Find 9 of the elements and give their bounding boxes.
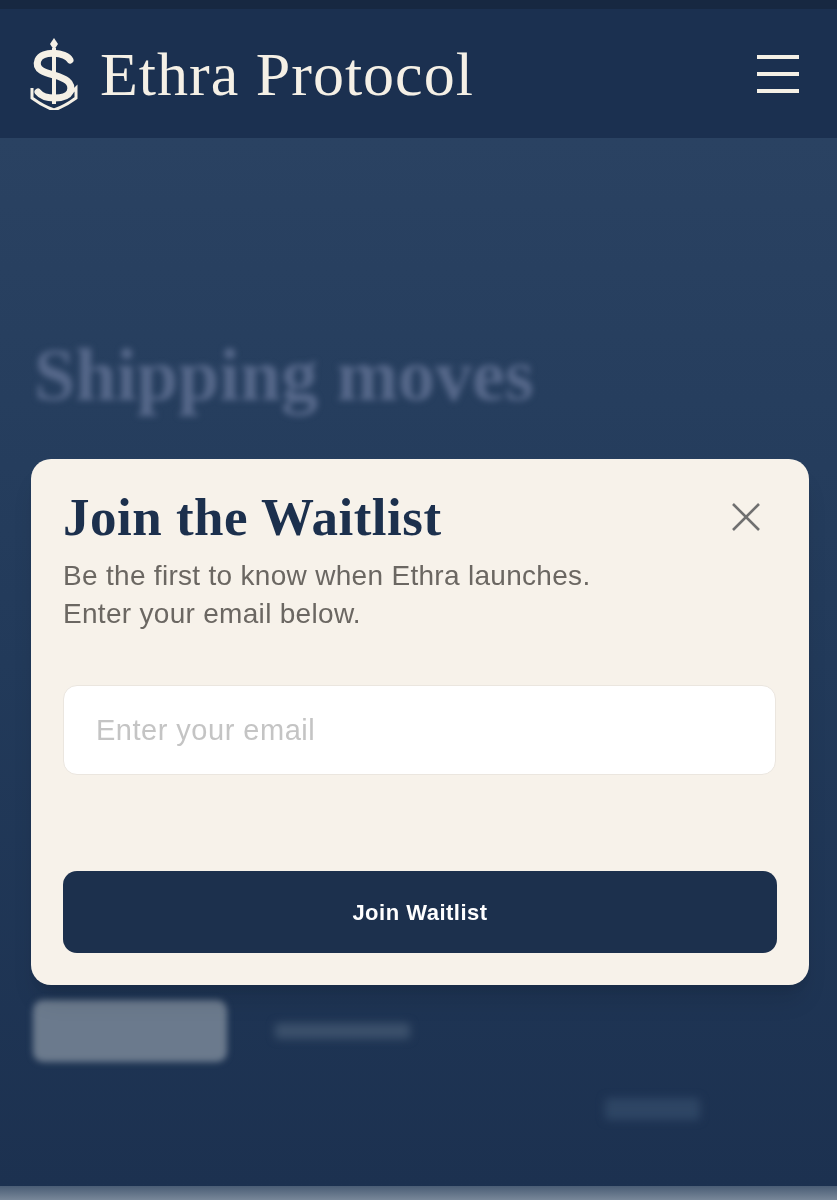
modal-description: Be the first to know when Ethra launches. Enter your email below. xyxy=(63,559,592,631)
close-icon xyxy=(732,503,760,531)
email-input[interactable]: Enter your email xyxy=(63,685,776,775)
brand-name: Ethra Protocol xyxy=(100,42,474,105)
menu-button[interactable] xyxy=(757,54,799,93)
menu-icon xyxy=(757,54,799,93)
dollar-anchor-icon xyxy=(30,37,78,110)
join-waitlist-button[interactable]: Join Waitlist xyxy=(63,871,777,953)
modal-title: Join the Waitlist xyxy=(63,489,442,545)
